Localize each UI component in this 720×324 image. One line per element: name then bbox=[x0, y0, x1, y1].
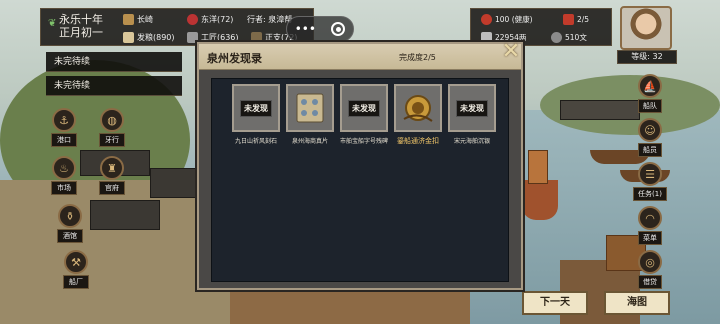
undiscovered-badge: 未发现 bbox=[240, 99, 272, 117]
resource-panel: 100 (健康) 2/5 22954两 510文 bbox=[470, 8, 612, 46]
fleet-button[interactable]: ⛵ 船队 bbox=[630, 74, 670, 113]
shipyard-button[interactable]: ⚒ 船厂 bbox=[58, 250, 94, 289]
level-text: 等级: 32 bbox=[631, 52, 663, 61]
harbor-building bbox=[560, 100, 640, 120]
broker-button[interactable]: ◍ 牙行 bbox=[94, 108, 130, 147]
discovery-slot[interactable]: 未发现 bbox=[448, 84, 496, 132]
discovery-dialog: 泉州发现录 完成度2/5 ✕ 未发现 九日山祈风刻石 泉州海商真片 未发现 市舶… bbox=[197, 41, 523, 290]
lantern-icon: ♨ bbox=[52, 156, 76, 180]
health-item: 100 (健康) bbox=[481, 14, 533, 25]
mini-program-capsule[interactable]: ••• bbox=[286, 16, 354, 42]
discovery-slot[interactable] bbox=[394, 84, 442, 132]
crew-item: 2/5 bbox=[563, 14, 589, 25]
year-text: 永乐十年 bbox=[59, 13, 103, 26]
next-day-label: 下一天 bbox=[540, 297, 570, 308]
dialog-progress: 完成度2/5 bbox=[399, 53, 436, 62]
discovery-label: 宋元海舶沉银 bbox=[453, 138, 490, 145]
flag-icon bbox=[187, 14, 198, 25]
market-label: 市场 bbox=[51, 181, 77, 195]
close-icon[interactable]: ✕ bbox=[499, 41, 523, 65]
food-text: 发粮(890) bbox=[137, 33, 175, 42]
discovery-label: 市舶宝船字号残碑 bbox=[339, 138, 388, 145]
discovery-label: 九日山祈风刻石 bbox=[234, 138, 277, 145]
scroll-icon: ☰ bbox=[638, 162, 662, 186]
sea-chart-button[interactable]: 海图 bbox=[604, 291, 670, 315]
close-circle-icon[interactable] bbox=[331, 22, 346, 36]
game-scene: ❦ 永乐十年 正月初一 长崎 东洋(72) 行者: 泉漳帮 发粮(890) 工匠… bbox=[0, 0, 720, 324]
tavern-button[interactable]: ⚱ 酒馆 bbox=[52, 204, 88, 243]
gold-buckle-icon bbox=[403, 95, 433, 122]
banner-text: 未完待续 bbox=[54, 57, 91, 67]
level-badge: 等级: 32 bbox=[617, 50, 677, 64]
jar-icon: ⚱ bbox=[58, 204, 82, 228]
location-item: 长崎 bbox=[123, 14, 153, 25]
dialog-title: 泉州发现录 bbox=[207, 52, 262, 65]
port-button[interactable]: ⚓ 港口 bbox=[46, 108, 82, 147]
undiscovered-badge: 未发现 bbox=[348, 99, 380, 117]
food-item: 发粮(890) bbox=[123, 32, 175, 43]
health-text: 100 (健康) bbox=[495, 15, 533, 24]
quest-banner-1[interactable]: 未完待续 bbox=[46, 52, 182, 72]
loan-label: 借贷 bbox=[638, 275, 662, 289]
loan-button[interactable]: ◎ 借贷 bbox=[630, 250, 670, 289]
gate-roof bbox=[90, 200, 160, 230]
discovery-slot[interactable]: 未发现 bbox=[340, 84, 388, 132]
location-text: 长崎 bbox=[137, 15, 153, 24]
discovery-label: 泉州海商真片 bbox=[291, 138, 328, 145]
sack-icon bbox=[123, 32, 134, 43]
seal-icon: ♜ bbox=[100, 156, 124, 180]
menu-label: 菜单 bbox=[638, 231, 662, 245]
merchant-tablet-icon bbox=[296, 93, 324, 123]
heart-icon bbox=[481, 14, 492, 25]
banner-text: 未完待续 bbox=[54, 81, 91, 91]
undiscovered-badge: 未发现 bbox=[456, 99, 488, 117]
coins-text: 510文 bbox=[565, 33, 587, 42]
trader-text: 行者: 泉漳帮 bbox=[247, 15, 293, 24]
dialog-header: 泉州发现录 完成度2/5 bbox=[199, 44, 521, 70]
date-display: 永乐十年 正月初一 bbox=[59, 13, 103, 39]
tavern-label: 酒馆 bbox=[57, 229, 83, 243]
port-label: 港口 bbox=[51, 133, 77, 147]
coin-icon bbox=[551, 32, 562, 43]
crew-label: 船员 bbox=[638, 143, 662, 157]
fleet-text: 东洋(72) bbox=[201, 15, 234, 24]
crew-button[interactable]: ☺ 船员 bbox=[630, 118, 670, 157]
month-text: 正月初一 bbox=[59, 26, 103, 39]
discovery-label: 鎏船通济金扣 bbox=[397, 137, 439, 145]
fleet-item: 东洋(72) bbox=[187, 14, 233, 25]
ship-icon: ⛵ bbox=[638, 74, 662, 98]
next-day-button[interactable]: 下一天 bbox=[522, 291, 588, 315]
office-button[interactable]: ♜ 官府 bbox=[94, 156, 130, 195]
shipyard-label: 船厂 bbox=[63, 275, 89, 289]
broker-label: 牙行 bbox=[99, 133, 125, 147]
quest-label: 任务(1) bbox=[633, 187, 667, 201]
barrel-icon: ◍ bbox=[100, 108, 124, 132]
discovery-slot[interactable]: 未发现 bbox=[232, 84, 280, 132]
anchor-icon: ⚓ bbox=[52, 108, 76, 132]
discovery-grid: 未发现 九日山祈风刻石 泉州海商真片 未发现 市舶宝船字号残碑 鎏船通济金扣 未… bbox=[211, 78, 509, 282]
coin-item: 510文 bbox=[551, 32, 587, 43]
menu-button[interactable]: ◠ 菜单 bbox=[630, 206, 670, 245]
sea-chart-label: 海图 bbox=[627, 297, 647, 308]
quest-button[interactable]: ☰ 任务(1) bbox=[630, 162, 670, 201]
market-button[interactable]: ♨ 市场 bbox=[46, 156, 82, 195]
crew-text: 2/5 bbox=[577, 15, 590, 24]
red-ship bbox=[522, 180, 558, 220]
quest-banner-2[interactable]: 未完待续 bbox=[46, 76, 182, 96]
fan-icon: ◠ bbox=[638, 206, 662, 230]
coin-icon: ◎ bbox=[638, 250, 662, 274]
crew-icon bbox=[563, 14, 574, 25]
discovery-slot[interactable] bbox=[286, 84, 334, 132]
leaf-icon: ❦ bbox=[48, 18, 57, 29]
status-panel: ❦ 永乐十年 正月初一 长崎 东洋(72) 行者: 泉漳帮 发粮(890) 工匠… bbox=[40, 8, 314, 46]
fleet-label: 船队 bbox=[638, 99, 662, 113]
more-icon[interactable]: ••• bbox=[295, 22, 316, 36]
ship-sail bbox=[528, 150, 548, 184]
trader-item: 行者: 泉漳帮 bbox=[247, 14, 292, 25]
office-label: 官府 bbox=[99, 181, 125, 195]
player-avatar[interactable] bbox=[620, 6, 672, 50]
hammer-icon: ⚒ bbox=[64, 250, 88, 274]
location-icon bbox=[123, 14, 134, 25]
crew-icon: ☺ bbox=[638, 118, 662, 142]
